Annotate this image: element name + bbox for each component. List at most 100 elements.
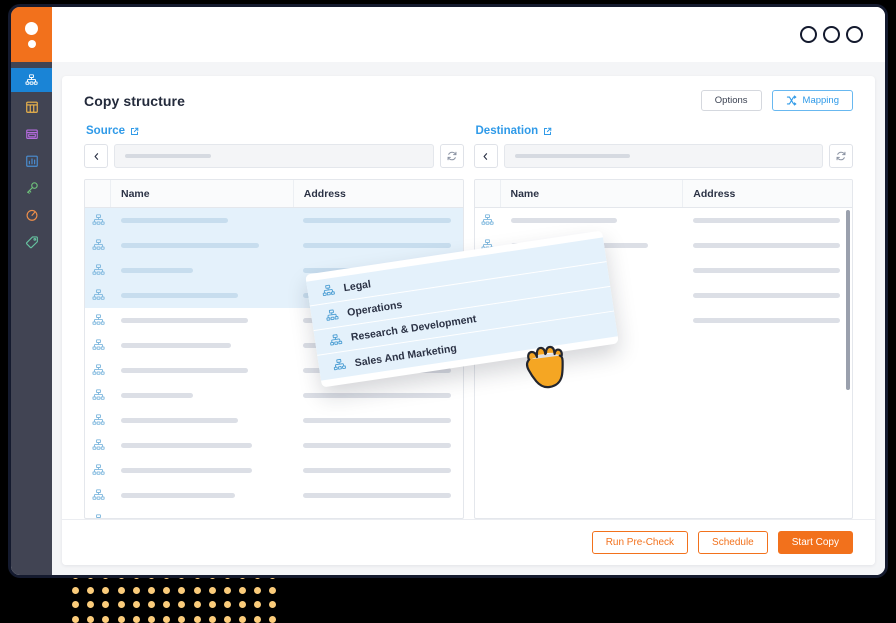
close-button[interactable] — [846, 26, 863, 43]
org-chart-icon — [92, 414, 105, 425]
org-chart-icon — [92, 289, 105, 300]
destination-row-address — [683, 268, 852, 273]
dragged-list-item-label: Operations — [346, 298, 404, 319]
table-icon — [25, 101, 38, 113]
decorative-dot — [193, 601, 201, 608]
source-row-icon — [85, 214, 111, 227]
table-row[interactable] — [475, 208, 853, 233]
options-button[interactable]: Options — [700, 90, 762, 111]
source-row-icon — [85, 489, 111, 502]
decorative-dot — [178, 586, 186, 594]
decorative-dot — [269, 586, 277, 594]
destination-refresh-button[interactable] — [829, 144, 853, 168]
decorative-dot — [208, 615, 216, 623]
minimize-button[interactable] — [800, 26, 817, 43]
sidebar-item-tags[interactable] — [11, 230, 52, 254]
decorative-dot — [132, 601, 140, 608]
decorative-dot — [254, 615, 262, 623]
sidebar-item-views[interactable] — [11, 122, 52, 146]
org-chart-icon — [92, 364, 105, 375]
table-row[interactable] — [85, 433, 463, 458]
source-row-address — [293, 218, 462, 223]
chevron-left-icon — [483, 152, 488, 160]
source-refresh-button[interactable] — [439, 144, 464, 168]
refresh-icon — [447, 151, 456, 161]
source-path-input[interactable] — [114, 144, 434, 168]
org-chart-icon — [330, 333, 343, 346]
source-row-address — [293, 243, 462, 248]
chart-icon — [25, 155, 38, 167]
schedule-button[interactable]: Schedule — [698, 531, 768, 554]
decorative-dot — [178, 615, 186, 623]
table-row[interactable] — [85, 208, 463, 233]
decorative-dot — [239, 615, 247, 623]
table-row[interactable] — [85, 383, 463, 408]
start-copy-button[interactable]: Start Copy — [777, 531, 853, 554]
left-navigation-rail — [11, 7, 52, 575]
org-chart-icon — [92, 464, 105, 475]
source-row-address — [293, 443, 462, 448]
destination-row-address — [683, 318, 852, 323]
sidebar-item-structure[interactable] — [11, 68, 52, 92]
sidebar-item-keys[interactable] — [11, 176, 52, 200]
external-link-icon — [544, 127, 552, 135]
decorative-dot — [72, 601, 79, 608]
mapping-button[interactable]: Mapping — [771, 90, 853, 111]
app-logo[interactable] — [11, 7, 52, 62]
decorative-dot — [239, 586, 247, 594]
destination-pane-title[interactable]: Destination — [476, 125, 854, 137]
table-row[interactable] — [85, 458, 463, 483]
card-icon — [25, 127, 39, 141]
table-row[interactable] — [85, 483, 463, 508]
source-row-name — [111, 368, 293, 373]
source-pane-title[interactable]: Source — [86, 125, 464, 137]
destination-th-icon — [475, 180, 501, 207]
decorative-dot — [102, 601, 110, 608]
destination-path-input[interactable] — [503, 144, 823, 168]
chevron-left-icon — [94, 152, 98, 160]
dot-row — [72, 615, 284, 623]
source-row-name — [111, 418, 293, 423]
decorative-dot — [132, 615, 140, 623]
source-back-button[interactable] — [84, 144, 108, 168]
source-row-icon — [85, 339, 111, 352]
destination-scrollbar[interactable] — [846, 210, 850, 390]
decorative-dot — [223, 586, 231, 594]
org-chart-icon — [92, 339, 105, 350]
dot-row — [72, 601, 284, 608]
external-link-icon — [131, 127, 139, 135]
source-row-name — [111, 293, 293, 298]
decorative-dot-grid — [72, 572, 284, 623]
sidebar-item-reports[interactable] — [11, 149, 52, 173]
decorative-dot — [147, 586, 155, 594]
grabbing-hand-cursor — [526, 345, 564, 389]
org-chart-icon — [333, 358, 346, 371]
decorative-dot — [163, 601, 171, 608]
source-row-name — [111, 318, 293, 323]
table-row[interactable] — [85, 508, 463, 518]
sidebar-item-tables[interactable] — [11, 95, 52, 119]
table-row[interactable] — [85, 408, 463, 433]
destination-path-placeholder — [514, 154, 630, 158]
decorative-dot — [87, 615, 95, 623]
key-icon — [26, 182, 38, 194]
org-chart-icon — [321, 283, 336, 298]
source-path-bar — [84, 144, 464, 168]
card-header: Copy structure Options Mapping — [62, 76, 875, 117]
table-row[interactable] — [85, 233, 463, 258]
source-row-name — [111, 268, 293, 273]
org-chart-icon — [322, 284, 335, 296]
maximize-button[interactable] — [823, 26, 840, 43]
title-bar — [52, 7, 885, 62]
org-chart-icon — [325, 308, 340, 323]
source-row-icon — [85, 439, 111, 452]
destination-back-button[interactable] — [473, 144, 498, 168]
refresh-icon — [836, 151, 846, 161]
decorative-dot — [163, 586, 171, 594]
run-precheck-button[interactable]: Run Pre-Check — [591, 531, 689, 554]
source-row-address — [293, 493, 462, 498]
sidebar-item-monitor[interactable] — [11, 203, 52, 227]
decorative-dot — [117, 586, 125, 594]
source-row-icon — [85, 464, 111, 477]
decorative-dot — [269, 615, 277, 623]
